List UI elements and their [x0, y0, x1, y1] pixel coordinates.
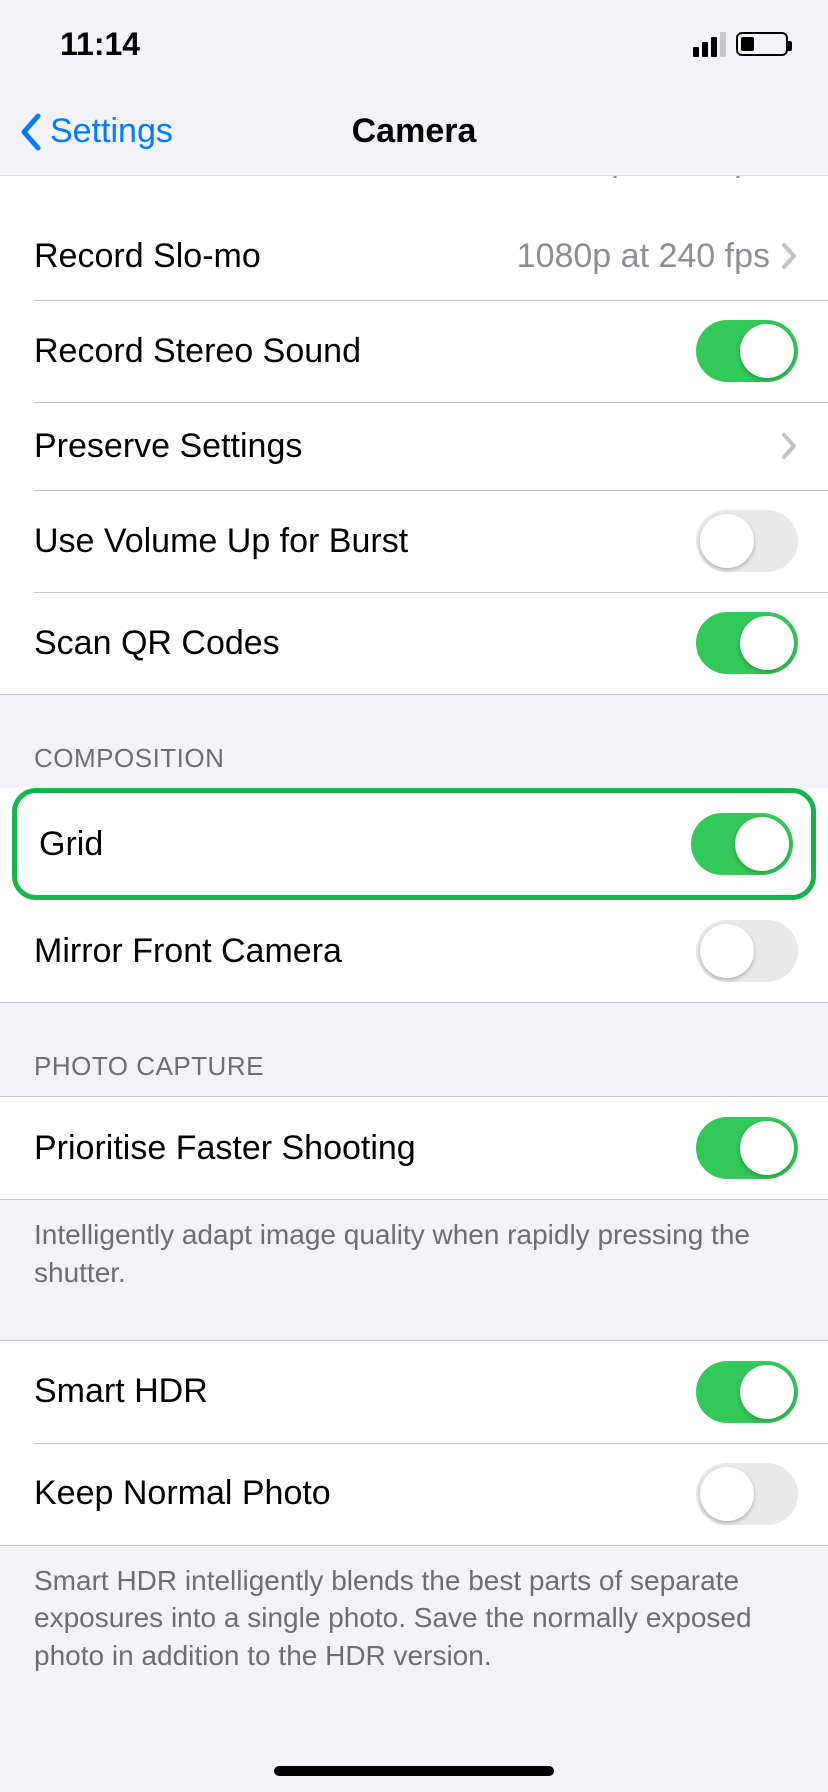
- row-label: Preserve Settings: [34, 427, 302, 466]
- toggle-mirror-front[interactable]: [696, 920, 798, 982]
- section-photo-capture-1: Prioritise Faster Shooting: [0, 1096, 828, 1200]
- row-detail: 1080p at 240 fps: [517, 237, 780, 276]
- row-label: Grid: [39, 825, 103, 864]
- row-label: Keep Normal Photo: [34, 1474, 331, 1513]
- toggle-prioritise-faster[interactable]: [696, 1117, 798, 1179]
- status-bar: 11:14: [0, 0, 828, 88]
- section-photo-capture-2: Smart HDR Keep Normal Photo: [0, 1340, 828, 1546]
- row-record-slomo[interactable]: Record Slo-mo 1080p at 240 fps: [0, 212, 828, 300]
- section-footer-hdr: Smart HDR intelligently blends the best …: [0, 1546, 828, 1695]
- row-label: Smart HDR: [34, 1372, 208, 1411]
- toggle-scan-qr[interactable]: [696, 612, 798, 674]
- row-record-stereo-sound[interactable]: Record Stereo Sound: [0, 300, 828, 402]
- highlight-grid-row: Grid: [12, 788, 816, 900]
- row-prioritise-faster-shooting[interactable]: Prioritise Faster Shooting: [0, 1096, 828, 1200]
- row-smart-hdr[interactable]: Smart HDR: [0, 1340, 828, 1443]
- cellular-signal-icon: [693, 32, 726, 57]
- row-mirror-front-camera[interactable]: Mirror Front Camera: [0, 900, 828, 1003]
- chevron-right-icon: [780, 431, 798, 461]
- toggle-grid[interactable]: [691, 813, 793, 875]
- toggle-stereo-sound[interactable]: [696, 320, 798, 382]
- row-label: Record Stereo Sound: [34, 332, 361, 371]
- row-scan-qr-codes[interactable]: Scan QR Codes: [0, 592, 828, 695]
- chevron-left-icon: [18, 112, 44, 152]
- section-composition: Grid Mirror Front Camera: [0, 788, 828, 1003]
- row-preserve-settings[interactable]: Preserve Settings: [0, 402, 828, 490]
- status-right: [693, 32, 788, 57]
- chevron-right-icon: [780, 241, 798, 271]
- home-indicator: [274, 1766, 554, 1776]
- back-label: Settings: [50, 112, 173, 151]
- row-label: Record Video: [34, 176, 239, 180]
- row-label: Prioritise Faster Shooting: [34, 1129, 416, 1168]
- battery-icon: [736, 32, 788, 56]
- section-header-composition: Composition: [0, 695, 828, 788]
- section-recording: Record Video 1080p at 30 fps Record Slo-…: [0, 176, 828, 695]
- toggle-smart-hdr[interactable]: [696, 1361, 798, 1423]
- row-record-video[interactable]: Record Video 1080p at 30 fps: [0, 176, 828, 204]
- row-label: Mirror Front Camera: [34, 932, 342, 971]
- row-label: Use Volume Up for Burst: [34, 522, 408, 561]
- row-label: Record Slo-mo: [34, 237, 261, 276]
- back-button[interactable]: Settings: [0, 112, 173, 152]
- row-detail: 1080p at 30 fps: [536, 176, 780, 180]
- section-header-photo-capture: Photo Capture: [0, 1003, 828, 1096]
- row-keep-normal-photo[interactable]: Keep Normal Photo: [0, 1443, 828, 1546]
- toggle-volume-burst[interactable]: [696, 510, 798, 572]
- section-footer-prioritise: Intelligently adapt image quality when r…: [0, 1200, 828, 1312]
- row-volume-up-burst[interactable]: Use Volume Up for Burst: [0, 490, 828, 592]
- nav-bar: Settings Camera: [0, 88, 828, 176]
- row-label: Scan QR Codes: [34, 624, 280, 663]
- status-time: 11:14: [60, 26, 140, 63]
- row-grid[interactable]: Grid: [17, 793, 811, 895]
- toggle-keep-normal[interactable]: [696, 1463, 798, 1525]
